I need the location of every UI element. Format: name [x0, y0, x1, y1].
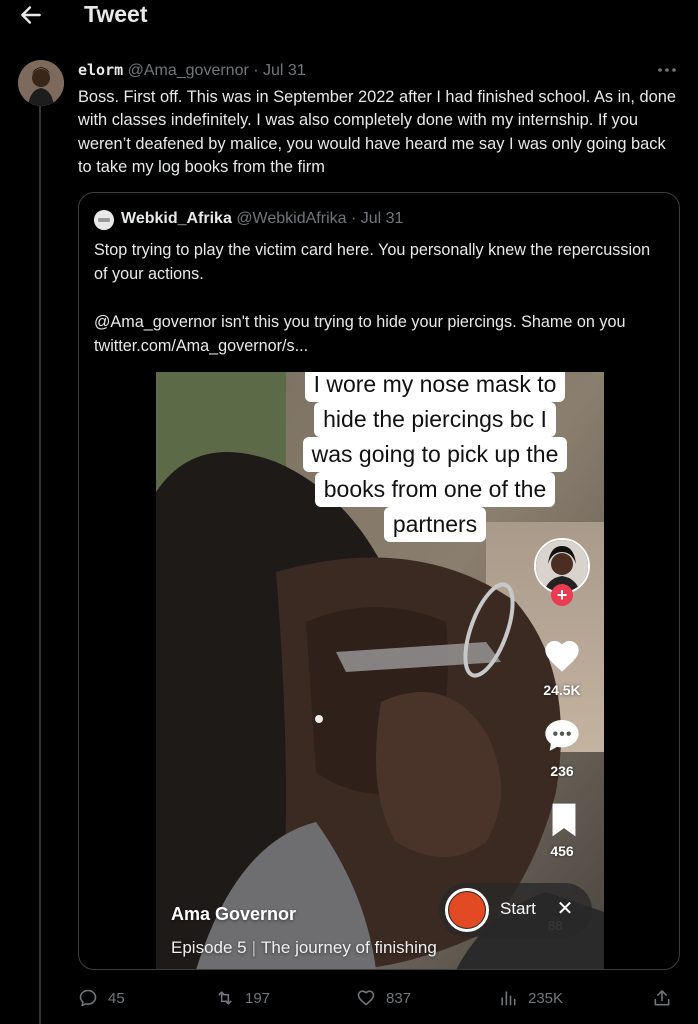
tweet-date[interactable]: Jul 31	[263, 62, 306, 79]
video-caption-line-1: I wore my nose mask to	[268, 372, 602, 402]
comment-button-video[interactable]	[540, 716, 584, 759]
video-caption-line-2: hide the piercings bc I	[268, 402, 602, 437]
record-start-pill[interactable]: Start ✕	[439, 883, 592, 937]
arrow-left-icon	[21, 6, 41, 24]
video-episode-info: Episode 5 | The journey of finishing	[171, 938, 437, 958]
reply-count: 45	[108, 989, 125, 1007]
views-count: 235K	[528, 989, 564, 1007]
video-caption-line-4: books from one of the	[268, 472, 602, 507]
quoted-meta-separator: ·	[350, 210, 357, 227]
video-caption-line-5: partners	[268, 507, 602, 542]
episode-title: The journey of finishing	[261, 938, 437, 957]
video-comments-count: 236	[550, 763, 574, 779]
tweet-action-bar: 45 197 837 235K	[0, 984, 698, 1012]
quoted-avatar[interactable]	[94, 210, 114, 230]
episode-separator: |	[251, 938, 257, 957]
quoted-author-handle[interactable]: @WebkidAfrika	[236, 210, 346, 227]
bookmark-icon	[552, 803, 576, 837]
author-name[interactable]: elorm	[78, 61, 123, 79]
quoted-paragraph-2: @Ama_governor isn't this you trying to h…	[94, 313, 626, 355]
quoted-paragraph-1: Stop trying to play the victim card here…	[94, 241, 651, 283]
video-caption-line-3: was going to pick up the	[268, 437, 602, 472]
quoted-tweet-header: Webkid_Afrika @WebkidAfrika · Jul 31	[121, 210, 403, 228]
meta-separator: ·	[253, 62, 259, 79]
share-button[interactable]	[652, 984, 672, 1012]
quoted-tweet-text: Stop trying to play the victim card here…	[94, 238, 664, 358]
close-button[interactable]: ✕	[554, 896, 576, 922]
reply-button[interactable]: 45	[78, 984, 125, 1012]
reply-icon	[79, 989, 97, 1007]
bookmark-button-video[interactable]	[542, 802, 586, 843]
like-button[interactable]: 837	[356, 984, 411, 1012]
follow-button[interactable]: +	[551, 584, 573, 606]
record-dot-icon	[449, 892, 485, 928]
page-title: Tweet	[84, 1, 148, 27]
more-dots-icon	[658, 68, 676, 72]
thread-line	[39, 106, 41, 1024]
comment-bubble-icon	[545, 720, 579, 751]
back-button[interactable]	[18, 2, 44, 28]
tweet-text: Boss. First off. This was in September 2…	[78, 88, 676, 176]
views-chart-icon	[501, 991, 516, 1006]
heart-outline-icon	[357, 990, 375, 1006]
more-options-button[interactable]	[656, 60, 678, 80]
retweet-count: 197	[245, 989, 271, 1007]
tweet-header: elorm @Ama_governor · Jul 31	[78, 61, 306, 80]
retweet-button[interactable]: 197	[215, 984, 270, 1012]
start-button-label: Start	[500, 899, 536, 918]
video-player[interactable]: I wore my nose mask to hide the piercing…	[156, 372, 604, 969]
top-bar: Tweet	[0, 0, 698, 30]
video-likes-count: 24.5K	[543, 682, 581, 698]
share-icon	[654, 990, 670, 1006]
heart-icon	[545, 641, 579, 672]
quoted-tweet[interactable]: Webkid_Afrika @WebkidAfrika · Jul 31 Sto…	[78, 192, 680, 970]
quoted-author-name[interactable]: Webkid_Afrika	[121, 210, 232, 227]
video-author-name[interactable]: Ama Governor	[171, 904, 296, 925]
video-bookmarks-count: 456	[550, 843, 574, 859]
author-avatar[interactable]	[18, 60, 64, 106]
like-button-video[interactable]	[540, 636, 584, 679]
quoted-tweet-date[interactable]: Jul 31	[361, 210, 404, 227]
episode-number: Episode 5	[171, 938, 247, 957]
like-count: 837	[386, 989, 412, 1007]
author-handle[interactable]: @Ama_governor	[128, 62, 249, 79]
views-button[interactable]: 235K	[498, 984, 563, 1012]
retweet-icon	[218, 991, 232, 1005]
